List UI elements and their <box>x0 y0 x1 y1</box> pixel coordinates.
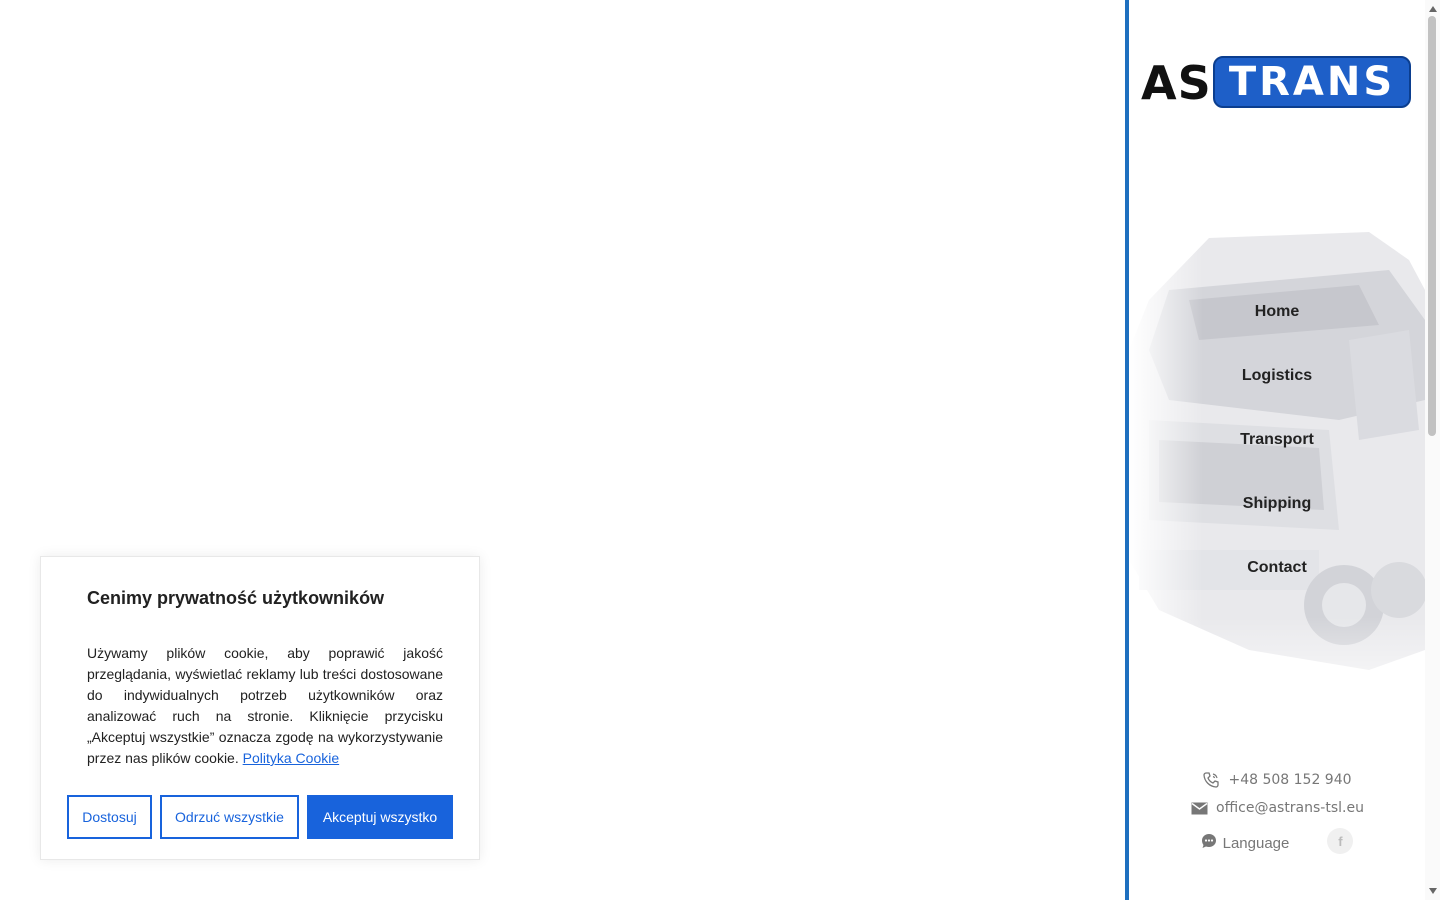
scrollbar-thumb[interactable] <box>1428 16 1436 436</box>
logo-trans-box: TRANS <box>1213 56 1411 108</box>
scroll-down-arrow-icon[interactable] <box>1425 884 1440 898</box>
reject-all-button[interactable]: Odrzuć wszystkie <box>160 795 299 839</box>
logo[interactable]: AS TRANS <box>1141 56 1413 110</box>
sidebar: AS TRANS Home Logistics Transport Shippi… <box>1125 0 1425 900</box>
phone-icon <box>1202 771 1220 789</box>
customize-button[interactable]: Dostosuj <box>67 795 152 839</box>
envelope-icon <box>1190 799 1208 817</box>
cookie-consent-banner: Cenimy prywatność użytkowników Używamy p… <box>40 556 480 860</box>
language-label: Language <box>1222 834 1290 852</box>
cookie-title: Cenimy prywatność użytkowników <box>87 588 385 608</box>
email-link[interactable]: office@astrans-tsl.eu <box>1129 794 1425 822</box>
email-address: office@astrans-tsl.eu <box>1216 800 1364 816</box>
phone-number: +48 508 152 940 <box>1228 772 1352 788</box>
cookie-description: Używamy plików cookie, aby poprawić jako… <box>87 643 443 769</box>
nav-item-logistics[interactable]: Logistics <box>1129 344 1425 408</box>
phone-link[interactable]: +48 508 152 940 <box>1129 766 1425 794</box>
facebook-icon[interactable]: f <box>1327 828 1354 854</box>
contact-block: +48 508 152 940 office@astrans-tsl.eu La… <box>1129 766 1425 860</box>
nav-item-contact[interactable]: Contact <box>1129 536 1425 600</box>
logo-text-as: AS <box>1141 56 1212 110</box>
nav-item-home[interactable]: Home <box>1129 280 1425 344</box>
nav-item-shipping[interactable]: Shipping <box>1129 472 1425 536</box>
language-switcher[interactable]: Language <box>1201 833 1290 853</box>
chat-bubble-icon <box>1201 833 1217 853</box>
scroll-up-arrow-icon[interactable] <box>1425 2 1440 16</box>
nav-item-transport[interactable]: Transport <box>1129 408 1425 472</box>
cookie-body-text: Używamy plików cookie, aby poprawić jako… <box>87 645 443 766</box>
main-nav: Home Logistics Transport Shipping Contac… <box>1129 280 1425 600</box>
cookie-policy-link[interactable]: Polityka Cookie <box>243 750 340 766</box>
logo-text-trans: TRANS <box>1228 59 1396 105</box>
page-scrollbar[interactable] <box>1425 0 1440 900</box>
language-row: Language f <box>1129 826 1425 860</box>
accept-all-button[interactable]: Akceptuj wszystko <box>307 795 453 839</box>
